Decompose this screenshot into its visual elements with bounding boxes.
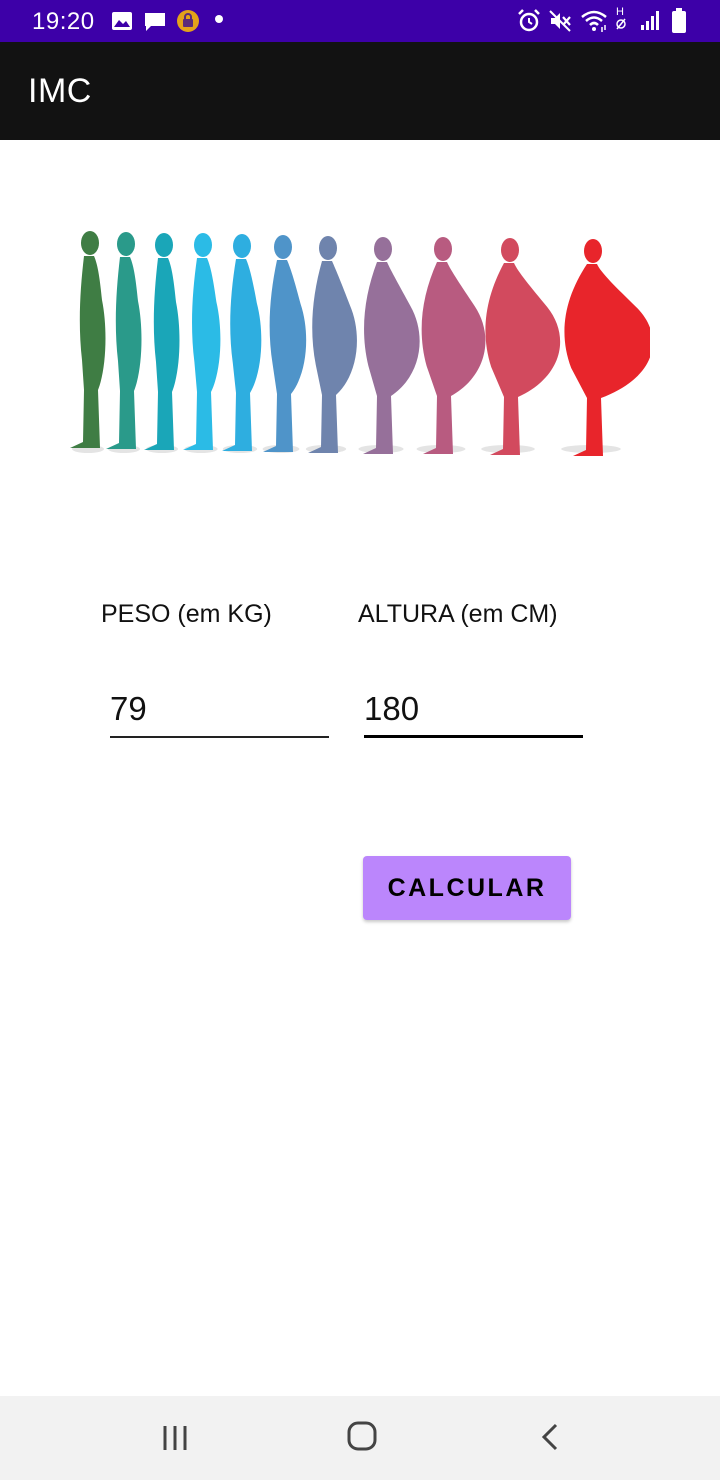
mute-icon [549,10,571,32]
h-network-icon: H [616,7,626,33]
peso-input[interactable] [110,682,329,738]
gallery-icon [112,12,132,30]
status-time: 19:20 [32,8,95,35]
silhouette-figure [564,239,650,456]
alarm-icon [518,9,540,32]
silhouette-figure [263,235,307,452]
silhouette-figure [106,232,142,449]
altura-input[interactable] [364,682,583,738]
network-type-label: H [616,6,624,18]
notification-dot-icon [215,15,223,23]
silhouette-figure [183,233,221,450]
lock-app-icon [177,10,199,32]
body-silhouettes-illustration [70,231,650,456]
calcular-button[interactable]: CALCULAR [363,856,571,920]
recents-icon[interactable] [162,1424,190,1452]
chat-icon [145,13,165,31]
battery-icon [672,8,686,33]
home-icon[interactable] [346,1420,378,1452]
wifi-icon [581,10,607,32]
altura-label: ALTURA (em CM) [358,600,558,628]
signal-icon [641,11,659,30]
app-title: IMC [28,72,92,110]
back-icon[interactable] [538,1422,562,1452]
app-bar: IMC [0,42,720,140]
silhouette-figure [144,233,180,450]
peso-label: PESO (em KG) [101,600,272,628]
silhouette-figure [308,236,357,453]
silhouette-figure [363,237,420,454]
silhouette-figure [222,234,262,451]
silhouette-figure [485,238,561,455]
silhouette-figure [70,231,106,448]
navigation-bar [0,1396,720,1480]
silhouette-figure [421,237,486,454]
status-bar: 19:20 H [0,0,720,42]
